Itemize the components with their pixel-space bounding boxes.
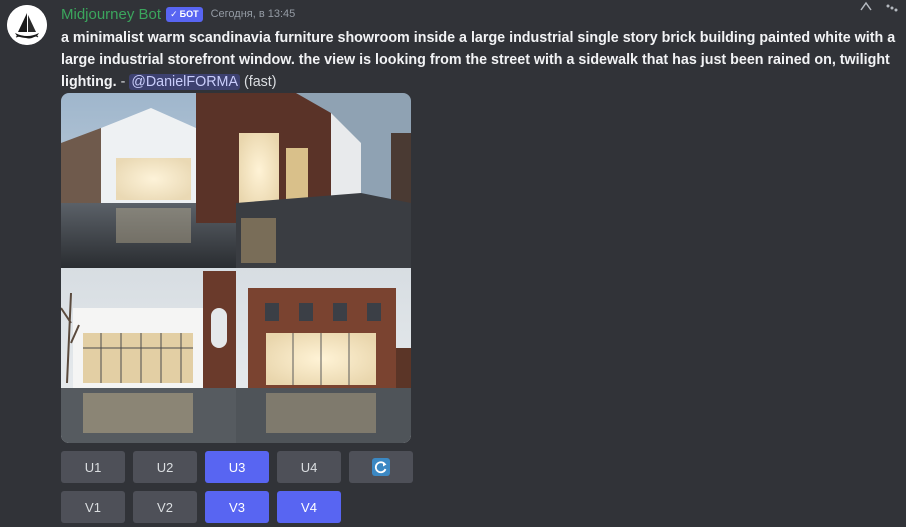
message-content: a minimalist warm scandinavia furniture … (61, 27, 901, 93)
author-name[interactable]: Midjourney Bot (61, 6, 161, 23)
separator: - (116, 74, 130, 90)
author-avatar[interactable] (7, 5, 47, 45)
upscale-3-button[interactable]: U3 (205, 451, 269, 483)
upscale-1-label: U1 (84, 459, 102, 475)
user-mention[interactable]: @DanielFORMA (129, 74, 240, 90)
image-tile-4 (236, 268, 411, 443)
variation-2-button[interactable]: V2 (133, 491, 197, 523)
generation-mode: (fast) (239, 74, 277, 90)
upscale-4-label: U4 (300, 459, 318, 475)
variation-4-label: V4 (301, 499, 317, 515)
reroll-button[interactable] (349, 451, 413, 483)
variation-2-label: V2 (157, 499, 173, 515)
variation-3-label: V3 (229, 499, 245, 515)
upscale-1-button[interactable]: U1 (61, 451, 125, 483)
bot-badge: ✓ БОТ (166, 6, 203, 22)
variation-4-button[interactable]: V4 (277, 491, 341, 523)
generated-image-grid[interactable] (61, 93, 411, 443)
upscale-2-label: U2 (156, 459, 174, 475)
upscale-2-button[interactable]: U2 (133, 451, 197, 483)
message-timestamp[interactable]: Сегодня, в 13:45 (211, 8, 296, 20)
variation-3-button[interactable]: V3 (205, 491, 269, 523)
add-reaction-icon[interactable] (858, 0, 874, 14)
image-tile-3 (61, 268, 236, 443)
upscale-4-button[interactable]: U4 (277, 451, 341, 483)
more-options-icon[interactable] (884, 0, 900, 14)
message-toolbar (858, 0, 900, 14)
sailboat-logo-icon (7, 5, 47, 45)
message-header: Midjourney Bot ✓ БОТ Сегодня, в 13:45 (61, 5, 295, 23)
variation-1-label: V1 (85, 499, 101, 515)
verified-check-icon: ✓ (170, 8, 178, 19)
upscale-3-label: U3 (228, 459, 246, 475)
variation-1-button[interactable]: V1 (61, 491, 125, 523)
bot-badge-label: БОТ (179, 9, 199, 19)
refresh-icon (372, 458, 390, 476)
